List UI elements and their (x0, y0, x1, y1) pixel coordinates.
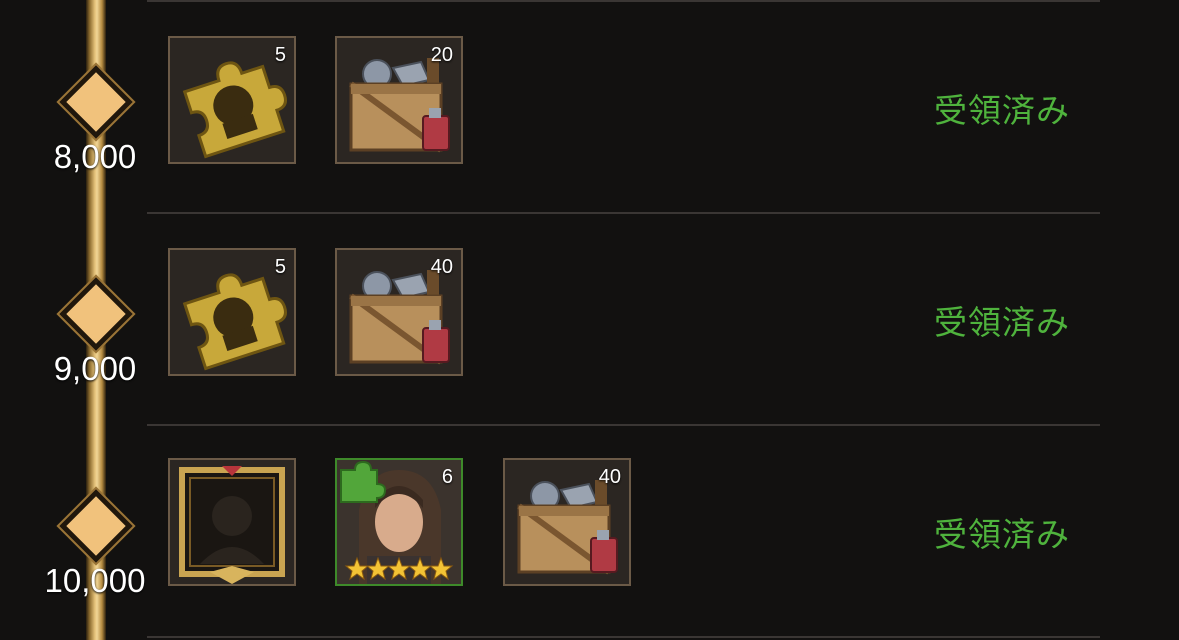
claimed-status: 受領済み (934, 515, 1070, 554)
reward-quantity: 40 (598, 466, 621, 488)
avatar-frame-icon (179, 466, 285, 584)
reward-quantity: 40 (430, 256, 453, 278)
claimed-status: 受領済み (934, 303, 1070, 342)
reward-quantity: 20 (430, 44, 453, 66)
tier-divider (147, 636, 1100, 638)
reward-supply-crate[interactable]: 40 (503, 458, 631, 586)
tier-row-10000: 10,000 6 40 受領済み (0, 424, 1179, 636)
tier-row-8000: 8,000 5 20 受領済み (0, 0, 1179, 212)
reward-quantity: 5 (274, 44, 286, 66)
milestone-marker (59, 489, 133, 563)
reward-quantity: 5 (274, 256, 286, 278)
threshold-label: 10,000 (44, 562, 146, 599)
reward-avatar-frame[interactable] (168, 458, 296, 586)
reward-supply-crate[interactable]: 20 (335, 36, 463, 164)
threshold-label: 8,000 (53, 138, 137, 175)
milestone-marker (59, 65, 133, 139)
reward-puzzle-piece[interactable]: 5 (168, 36, 296, 164)
claimed-status: 受領済み (934, 91, 1070, 130)
reward-hero-fragment[interactable]: 6 (335, 458, 463, 586)
milestone-marker (59, 277, 133, 351)
reward-puzzle-piece[interactable]: 5 (168, 248, 296, 376)
reward-supply-crate[interactable]: 40 (335, 248, 463, 376)
threshold-label: 9,000 (53, 350, 137, 387)
reward-quantity: 6 (441, 466, 453, 488)
tier-row-9000: 9,000 5 40 受領済み (0, 212, 1179, 424)
